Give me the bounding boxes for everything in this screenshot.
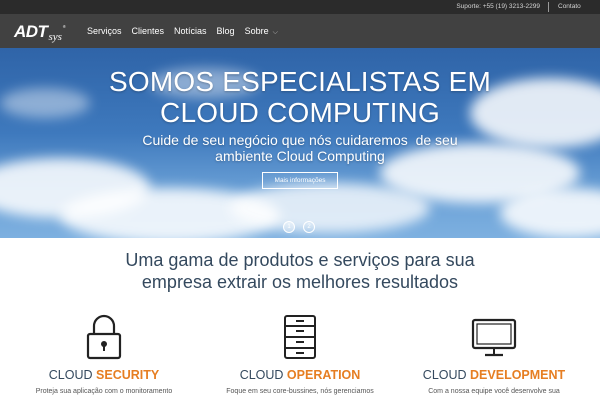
feature-title: CLOUD DEVELOPMENT (394, 368, 594, 382)
monitor-icon (471, 318, 517, 357)
logo-main: ADT (14, 22, 48, 41)
feature-title-highlight: DEVELOPMENT (470, 368, 566, 382)
feature-cloud-security: CLOUD SECURITY Proteja sua aplicação com… (4, 314, 204, 395)
more-info-button[interactable]: Mais informações (262, 172, 338, 189)
hero-title-line1: SOMOS ESPECIALISTAS EM (109, 66, 491, 97)
feature-description: Foque em seu core-bussines, nós gerencia… (226, 388, 374, 395)
hero-subtitle-line1: Cuide de seu negócio que nós cuidaremos … (142, 132, 458, 148)
feature-description: Proteja sua aplicação com o monitorament… (35, 388, 173, 395)
topbar-divider (548, 2, 549, 12)
nav-item-servicos[interactable]: Serviços (87, 26, 122, 37)
slide-dot-2[interactable]: 2 (303, 221, 315, 233)
nav-menu: Serviços Clientes Notícias Blog Sobre ⌵ (87, 26, 278, 37)
feature-description: Com a nossa equipe você desenvolve sua (428, 388, 560, 395)
file-cabinet-icon (284, 315, 316, 359)
feature-title-prefix: CLOUD (48, 368, 97, 382)
hero-subtitle-line2: ambiente Cloud Computing (215, 148, 385, 164)
adtsys-logo[interactable]: ADT sys ® (14, 22, 66, 44)
feature-cloud-development: CLOUD DEVELOPMENT Com a nossa equipe voc… (394, 314, 594, 395)
hero-title-line2: CLOUD COMPUTING (160, 97, 440, 128)
feature-title-prefix: CLOUD (422, 368, 471, 382)
hero-title: SOMOS ESPECIALISTAS EM CLOUD COMPUTING (0, 66, 600, 128)
nav-item-sobre[interactable]: Sobre ⌵ (245, 26, 278, 37)
top-bar: Suporte: +55 (19) 3213-2299 Contato (0, 0, 600, 14)
nav-item-noticias[interactable]: Notícias (174, 26, 207, 37)
contact-link[interactable]: Contato (558, 3, 581, 10)
feature-title-prefix: CLOUD (239, 368, 287, 382)
nav-item-blog[interactable]: Blog (217, 26, 235, 37)
nav-item-sobre-label: Sobre (244, 26, 269, 36)
support-phone: Suporte: +55 (19) 3213-2299 (456, 3, 540, 10)
section-heading: Uma gama de produtos e serviços para sua… (0, 249, 600, 293)
feature-title-highlight: SECURITY (96, 368, 160, 382)
slider-pagination: 1 2 (283, 221, 315, 233)
feature-title: CLOUD OPERATION (200, 368, 400, 382)
section-heading-line1: Uma gama de produtos e serviços para sua (125, 250, 475, 270)
feature-cloud-operation: CLOUD OPERATION Foque em seu core-bussin… (200, 314, 400, 395)
logo-registered: ® (62, 24, 66, 29)
feature-title: CLOUD SECURITY (4, 368, 204, 382)
padlock-icon (86, 314, 122, 360)
chevron-down-icon: ⌵ (272, 29, 278, 36)
slide-dot-1[interactable]: 1 (283, 221, 295, 233)
section-heading-line2: empresa extrair os melhores resultados (141, 272, 459, 292)
main-navbar: ADT sys ® Serviços Clientes Notícias Blo… (0, 14, 600, 48)
feature-title-highlight: OPERATION (286, 368, 361, 382)
hero-subtitle: Cuide de seu negócio que nós cuidaremos … (0, 132, 600, 164)
hero-banner: SOMOS ESPECIALISTAS EM CLOUD COMPUTING C… (0, 48, 600, 238)
nav-item-clientes[interactable]: Clientes (132, 26, 165, 37)
